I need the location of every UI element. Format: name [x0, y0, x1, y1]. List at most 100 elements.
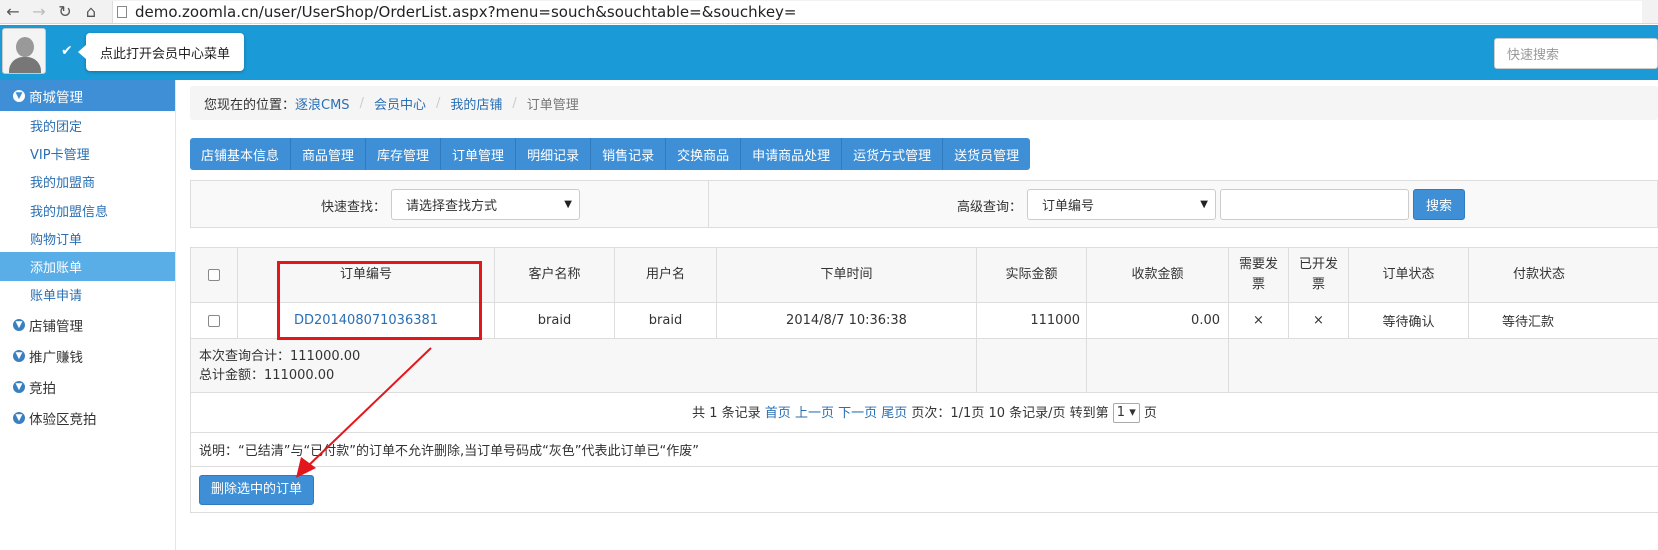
column-header: 已开发票	[1288, 247, 1349, 303]
query-total-text: 本次查询合计：111000.00	[199, 348, 361, 364]
tab-requests[interactable]: 申请商品处理	[741, 138, 843, 170]
row-checkbox[interactable]	[208, 314, 220, 327]
tab-products[interactable]: 商品管理	[291, 138, 367, 170]
invoiced-cell: ×	[1288, 302, 1349, 339]
actions-row: 删除选中的订单	[190, 466, 1658, 513]
browser-toolbar: ← → ↻ ⌂ demo.zoomla.cn/user/UserShop/Ord…	[0, 0, 1658, 24]
pager-suffix: 页	[1143, 405, 1157, 421]
column-header: 用户名	[614, 247, 717, 303]
sidebar-section-label: 推广赚钱	[29, 349, 83, 366]
tab-couriers[interactable]: 送货员管理	[943, 138, 1030, 170]
column-header: 客户名称	[494, 247, 615, 303]
chevron-down-icon[interactable]: ✔	[61, 43, 73, 59]
pager-first[interactable]: 首页	[765, 406, 791, 421]
breadcrumb-link[interactable]: 会员中心	[374, 94, 426, 113]
sidebar-section-promote[interactable]: ▼ 推广赚钱	[0, 340, 175, 371]
delete-selected-button[interactable]: 删除选中的订单	[199, 474, 315, 505]
summary-row: 本次查询合计：111000.00 总计金额：111000.00	[190, 338, 1658, 393]
breadcrumb-prefix: 您现在的位置：	[204, 97, 296, 113]
order-time-cell: 2014/8/7 10:36:38	[716, 302, 977, 339]
tab-details[interactable]: 明细记录	[516, 138, 592, 170]
arrow-down-circle-icon: ▼	[13, 349, 25, 362]
caret-down-icon: ▼	[1200, 199, 1208, 210]
sidebar-item[interactable]: 账单申请	[0, 281, 175, 309]
need-invoice-cell: ×	[1228, 302, 1289, 339]
column-header: 订单状态	[1348, 247, 1469, 303]
received-amount-cell: 0.00	[1086, 302, 1229, 339]
arrow-down-circle-icon: ▼	[13, 318, 25, 331]
tab-orders[interactable]: 订单管理	[441, 138, 517, 170]
username-cell: braid	[614, 302, 717, 339]
pager-last[interactable]: 尾页	[881, 406, 907, 421]
url-text: demo.zoomla.cn/user/UserShop/OrderList.a…	[135, 2, 797, 21]
sidebar-section-auction[interactable]: ▼ 竞拍	[0, 371, 175, 402]
payment-status-cell: 等待汇款	[1468, 302, 1658, 339]
note-row: 说明：“已结清”与“已付款”的订单不允许删除,当订单号码成“灰色”代表此订单已“…	[190, 432, 1658, 467]
search-keyword-input[interactable]	[1220, 189, 1409, 220]
quick-find-label: 快速查找：	[321, 200, 387, 215]
sidebar-item[interactable]: 我的加盟商	[0, 168, 175, 196]
customer-cell: braid	[494, 302, 615, 339]
sidebar-section-shop[interactable]: ▼ 店铺管理	[0, 309, 175, 340]
sidebar-item[interactable]: VIP卡管理	[0, 139, 175, 167]
caret-down-icon: ▼	[564, 199, 572, 210]
tab-shipping[interactable]: 运货方式管理	[842, 138, 944, 170]
breadcrumb: 您现在的位置： 逐浪CMS / 会员中心 / 我的店铺 / 订单管理	[190, 86, 1658, 120]
sidebar-section-label: 竞拍	[29, 380, 56, 397]
table-row: DD201408071036381 braid braid 2014/8/7 1…	[190, 302, 1658, 339]
sidebar: ▼ 商城管理 我的团定 VIP卡管理 我的加盟商 我的加盟信息 购物订单 添加账…	[0, 80, 176, 550]
top-banner: ✔ 点此打开会员中心菜单 快速搜索	[0, 25, 1658, 80]
sidebar-item-active[interactable]: 添加账单	[0, 252, 175, 281]
forward-icon[interactable]: →	[26, 0, 52, 24]
breadcrumb-link[interactable]: 逐浪CMS	[295, 94, 350, 113]
pager-row: 共 1 条记录 首页 上一页 下一页 尾页 页次：1/1页 10 条记录/页 转…	[190, 392, 1658, 433]
column-header: 收款金额	[1086, 247, 1229, 303]
quick-find-select[interactable]: 请选择查找方式 ▼	[391, 189, 580, 220]
column-header: 下单时间	[716, 247, 977, 303]
sidebar-item[interactable]: 我的团定	[0, 111, 175, 139]
sidebar-item[interactable]: 购物订单	[0, 224, 175, 252]
sidebar-item[interactable]: 我的加盟信息	[0, 196, 175, 224]
select-all-cell	[190, 247, 238, 303]
sidebar-section-label: 店铺管理	[29, 318, 83, 335]
page-select[interactable]: 1 ▾	[1112, 403, 1140, 424]
reload-icon[interactable]: ↻	[52, 0, 78, 24]
avatar[interactable]	[2, 28, 46, 74]
column-header: 订单编号	[237, 247, 495, 303]
note-text: 说明：“已结清”与“已付款”的订单不允许删除,当订单号码成“灰色”代表此订单已“…	[190, 432, 1658, 467]
home-icon[interactable]: ⌂	[78, 0, 104, 24]
address-bar[interactable]: demo.zoomla.cn/user/UserShop/OrderList.a…	[112, 0, 1642, 23]
back-icon[interactable]: ←	[0, 0, 26, 24]
order-number-link[interactable]: DD201408071036381	[294, 313, 438, 328]
advanced-query-label: 高级查询：	[957, 200, 1023, 215]
shop-tabs: 店铺基本信息 商品管理 库存管理 订单管理 明细记录 销售记录 交换商品 申请商…	[190, 138, 1031, 170]
select-all-checkbox[interactable]	[208, 268, 220, 281]
pager-total: 共 1 条记录	[692, 405, 761, 421]
pager-prev[interactable]: 上一页	[795, 406, 834, 421]
actual-amount-cell: 111000	[976, 302, 1087, 339]
arrow-down-circle-icon: ▼	[13, 89, 25, 102]
orders-table: 订单编号 客户名称 用户名 下单时间 实际金额 收款金额 需要发票 已开发票 订…	[190, 247, 1658, 513]
grand-total-text: 总计金额：111000.00	[199, 367, 335, 383]
column-header: 付款状态	[1468, 247, 1658, 303]
tab-exchange[interactable]: 交换商品	[666, 138, 742, 170]
tab-sales[interactable]: 销售记录	[591, 138, 667, 170]
breadcrumb-link[interactable]: 我的店铺	[450, 94, 502, 113]
page-icon	[117, 5, 127, 18]
sidebar-section-trial-auction[interactable]: ▼ 体验区竞拍	[0, 402, 175, 433]
search-button[interactable]: 搜索	[1413, 189, 1465, 220]
sidebar-section-label: 体验区竞拍	[29, 411, 97, 428]
sidebar-section-label: 商城管理	[29, 89, 83, 106]
sidebar-section-mall[interactable]: ▼ 商城管理	[0, 80, 175, 111]
quick-search-input[interactable]: 快速搜索	[1494, 38, 1658, 69]
tab-shop-info[interactable]: 店铺基本信息	[190, 138, 292, 170]
member-menu-tooltip[interactable]: 点此打开会员中心菜单	[77, 33, 245, 71]
advanced-query-select[interactable]: 订单编号 ▼	[1027, 189, 1216, 220]
pager-info: 页次：1/1页 10 条记录/页 转到第	[911, 405, 1109, 421]
pager-next[interactable]: 下一页	[838, 406, 877, 421]
column-header: 实际金额	[976, 247, 1087, 303]
tab-inventory[interactable]: 库存管理	[366, 138, 442, 170]
order-status-cell: 等待确认	[1348, 302, 1469, 339]
arrow-down-circle-icon: ▼	[13, 380, 25, 393]
arrow-down-circle-icon: ▼	[13, 411, 25, 424]
